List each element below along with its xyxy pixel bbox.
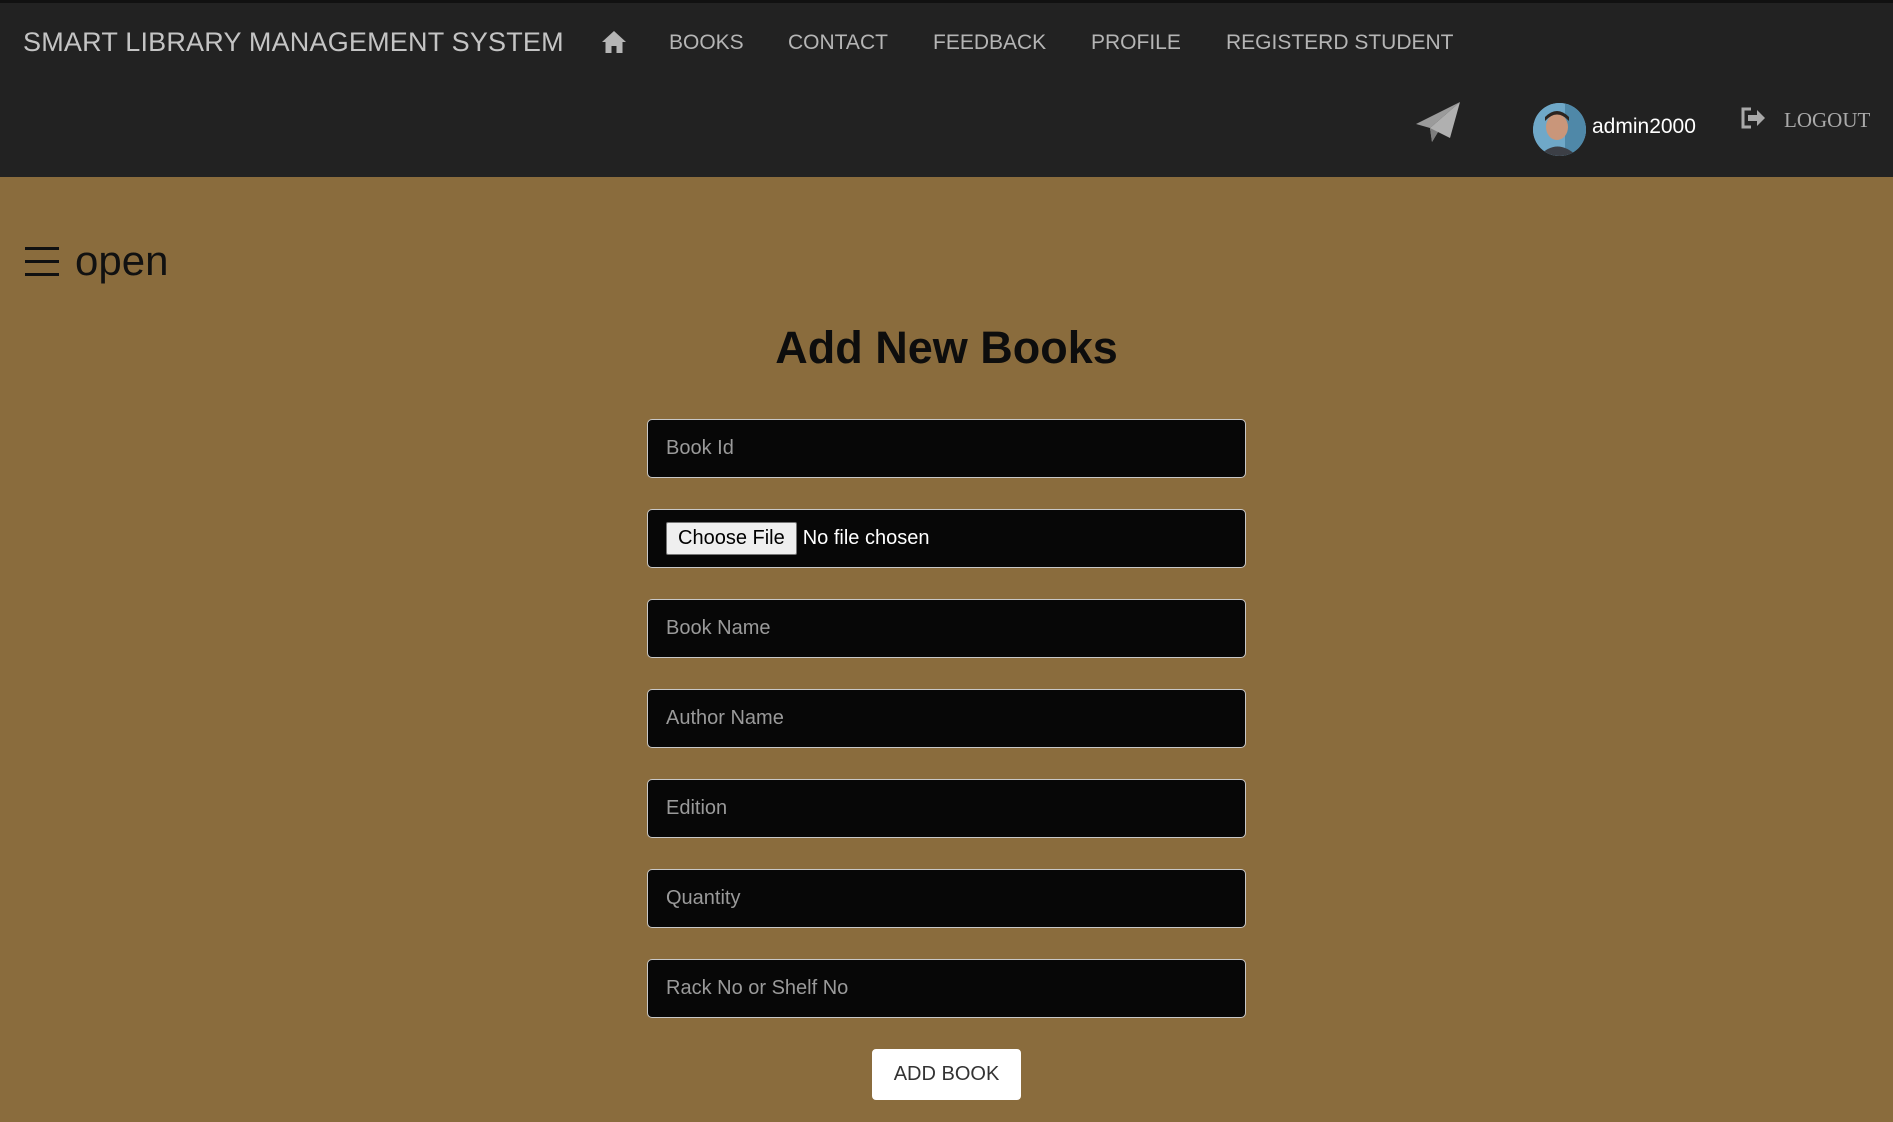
brand-title[interactable]: SMART LIBRARY MANAGEMENT SYSTEM	[23, 27, 564, 58]
paper-plane-icon[interactable]	[1414, 100, 1462, 146]
choose-file-button[interactable]: Choose File	[666, 522, 797, 555]
nav-link-registerd-student[interactable]: REGISTERD STUDENT	[1226, 31, 1454, 55]
author-name-input[interactable]	[647, 689, 1246, 748]
top-navbar: SMART LIBRARY MANAGEMENT SYSTEM BOOKS CO…	[0, 0, 1893, 177]
avatar[interactable]	[1533, 103, 1586, 156]
add-book-button[interactable]: ADD BOOK	[872, 1049, 1021, 1100]
nav-link-contact[interactable]: CONTACT	[788, 31, 888, 55]
nav-link-profile[interactable]: PROFILE	[1091, 31, 1181, 55]
rack-shelf-input[interactable]	[647, 959, 1246, 1018]
logout-link[interactable]: LOGOUT	[1784, 108, 1870, 133]
file-status: No file chosen	[802, 527, 930, 549]
sidebar-open-toggle[interactable]: open	[25, 236, 168, 286]
hamburger-icon	[25, 245, 59, 277]
book-id-input[interactable]	[647, 419, 1246, 478]
book-image-file-input[interactable]: Choose File No file chosen	[647, 509, 1246, 568]
book-name-input[interactable]	[647, 599, 1246, 658]
quantity-input[interactable]	[647, 869, 1246, 928]
nav-link-feedback[interactable]: FEEDBACK	[933, 31, 1046, 55]
page-title: Add New Books	[775, 322, 1118, 373]
home-icon[interactable]	[601, 30, 627, 54]
logout-icon[interactable]	[1740, 107, 1766, 129]
nav-link-books[interactable]: BOOKS	[669, 31, 744, 55]
edition-input[interactable]	[647, 779, 1246, 838]
username[interactable]: admin2000	[1592, 115, 1696, 139]
sidebar-toggle-label: open	[75, 237, 169, 284]
